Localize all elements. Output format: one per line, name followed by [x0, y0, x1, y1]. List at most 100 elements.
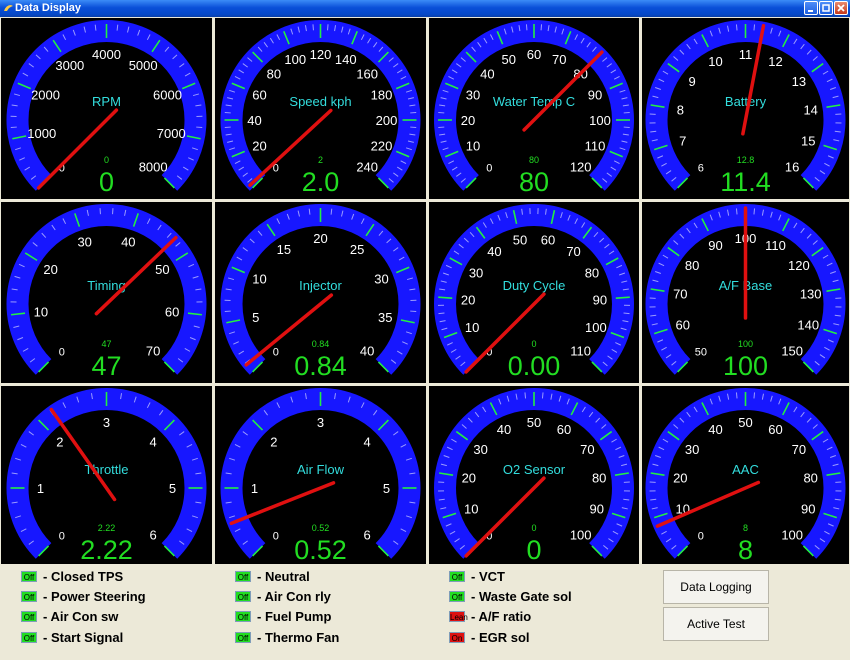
close-button[interactable]	[834, 1, 848, 15]
maximize-icon	[822, 4, 830, 12]
tick-label: 20	[673, 471, 687, 486]
tick-label: 90	[708, 238, 722, 253]
minor-tick	[330, 208, 333, 215]
tick-label: 2	[56, 434, 63, 449]
tick-label: 2	[270, 434, 277, 449]
indicator-label: - Waste Gate sol	[471, 589, 572, 604]
minor-tick	[524, 392, 527, 399]
minimize-button[interactable]	[804, 1, 818, 15]
tick-label: 10	[252, 272, 266, 287]
gauge-value: 47	[91, 351, 121, 381]
tick-label: 3	[317, 415, 324, 430]
gauge-small-value: 2.22	[98, 523, 116, 533]
tick-label: 120	[570, 160, 592, 175]
status-badge: Off	[235, 632, 251, 643]
tick-label: 6000	[153, 88, 182, 103]
gauge-label: AAC	[732, 462, 759, 477]
tick-label: 70	[792, 442, 806, 457]
tick-label: 70	[552, 52, 566, 67]
tick-label: 240	[356, 160, 378, 175]
tick-label: 50	[527, 415, 541, 430]
tick-label: 60	[252, 88, 266, 103]
status-badge: Off	[449, 571, 465, 582]
major-tick	[438, 296, 453, 299]
status-badge: Off	[235, 591, 251, 602]
tick-label: 30	[466, 88, 480, 103]
tick-label: 4	[364, 434, 371, 449]
title-bar: Data Display	[0, 0, 850, 17]
tick-label: 100	[284, 52, 306, 67]
gauge-dial: 010203040 50 60708090100O2 Sensor00	[434, 388, 634, 564]
minor-tick	[735, 208, 738, 215]
tick-label: 10	[34, 304, 48, 319]
indicator-label: - Thermo Fan	[257, 630, 340, 645]
tick-label: 13	[792, 74, 806, 89]
tick-label: 16	[785, 160, 799, 175]
tick-label: 160	[356, 66, 378, 81]
minor-tick	[541, 392, 544, 399]
tick-label: 3000	[55, 58, 84, 73]
maximize-button[interactable]	[819, 1, 833, 15]
tick-label: 35	[378, 310, 392, 325]
tick-label: 20	[461, 113, 475, 128]
gauge-timing: 0 10 20 30 40 50 60 70 Timing 47 47	[1, 202, 212, 383]
gauge-value: 100	[723, 351, 768, 381]
gauge-label: O2 Sensor	[503, 462, 566, 477]
tick-label: 90	[588, 88, 602, 103]
gauge-value: 0.84	[294, 351, 347, 381]
indicator-label: - Closed TPS	[43, 569, 124, 584]
major-tick	[615, 296, 630, 299]
gauge-dial: 010002000300040005000600070008000RPM00	[6, 20, 207, 197]
tick-label: 0	[698, 531, 704, 543]
tick-label: 25	[350, 242, 364, 257]
gauge-value: 0.52	[294, 535, 347, 564]
tick-label: 50	[695, 347, 707, 359]
tick-label: 110	[765, 238, 786, 253]
gauge-air-flow: 0 1 2 3 4 5 6 Air Flow 0.52 0.52	[215, 386, 426, 564]
tick-label: 50	[513, 233, 527, 248]
tick-label: 11	[739, 47, 753, 62]
gauge-small-value: 2	[318, 155, 323, 165]
tick-label: 90	[590, 501, 604, 516]
gauge-label: Water Temp C	[493, 94, 575, 109]
gauge-small-value: 100	[738, 339, 753, 349]
tick-label: 1	[37, 481, 44, 496]
indicator-label: - Power Steering	[43, 589, 146, 604]
minor-tick	[116, 24, 119, 31]
tick-label: 70	[146, 344, 160, 359]
active-test-button[interactable]: Active Test	[663, 607, 769, 641]
tick-label: 60	[557, 422, 571, 437]
tick-label: 50	[502, 52, 516, 67]
tick-label: 70	[566, 244, 580, 259]
tick-label: 80	[803, 471, 817, 486]
tick-label: 5	[383, 481, 390, 496]
tick-label: 110	[585, 138, 606, 153]
tick-label: 140	[797, 317, 819, 332]
tick-label: 30	[473, 442, 487, 457]
tick-label: 40	[247, 113, 261, 128]
tick-label: 100	[570, 528, 592, 543]
gauge-aac: 0 10 20 30 40 50 60 70 80 90 100 AAC 8 8	[642, 386, 849, 564]
tick-label: 9	[688, 74, 695, 89]
tick-label: 7000	[157, 126, 186, 141]
tick-label: 80	[585, 265, 599, 280]
tick-label: 40	[360, 344, 374, 359]
status-badge: Off	[21, 591, 37, 602]
gauge-value: 2.0	[302, 167, 340, 197]
gauge-a-f-base: 5060708090100110120130140150A/F Base1001…	[642, 202, 849, 383]
tick-label: 40	[708, 422, 722, 437]
indicator-label: - Fuel Pump	[257, 609, 332, 624]
minor-tick	[308, 208, 311, 215]
tick-label: 5	[169, 481, 176, 496]
indicator-label: - Air Con rly	[257, 589, 331, 604]
tick-label: 15	[277, 242, 291, 257]
data-logging-button[interactable]: Data Logging	[663, 570, 769, 604]
minimize-icon	[808, 10, 813, 12]
minor-tick	[753, 392, 756, 399]
tick-label: 40	[480, 66, 494, 81]
gauge-small-value: 0	[104, 155, 109, 165]
tick-label: 40	[487, 244, 501, 259]
minor-tick	[753, 208, 756, 215]
tick-label: 50	[155, 262, 169, 277]
gauge-small-value: 0.52	[312, 523, 330, 533]
